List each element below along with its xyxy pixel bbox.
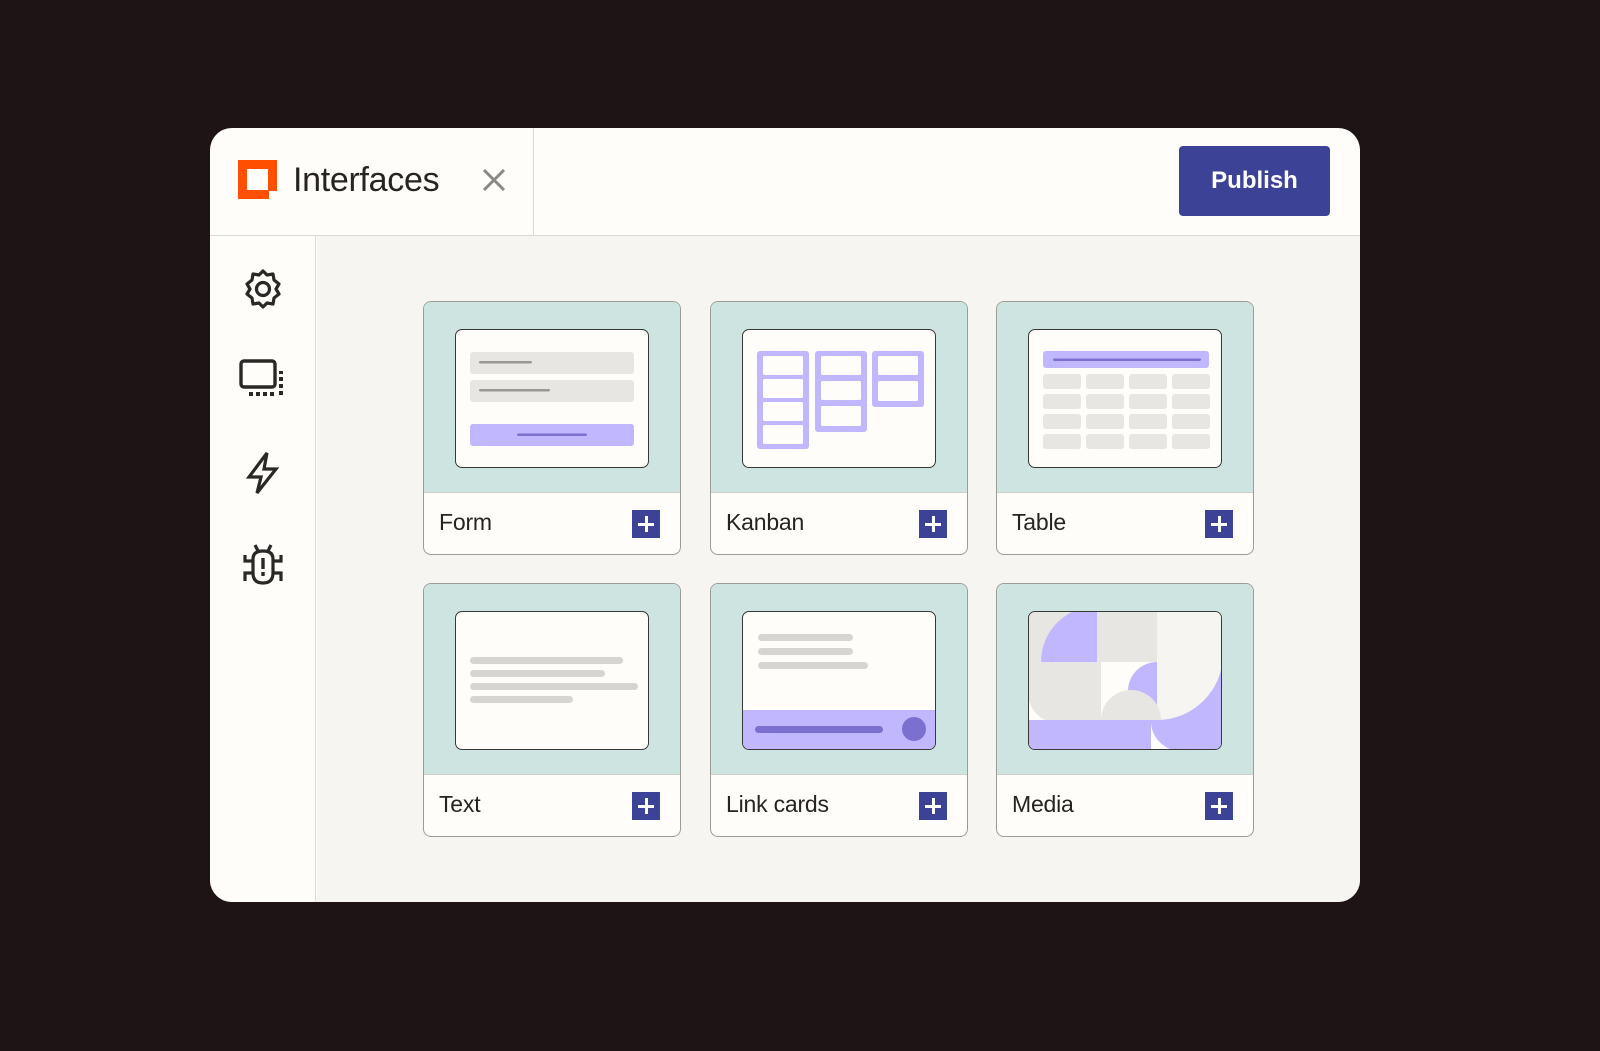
form-preview [424, 302, 680, 493]
sidebar [210, 236, 316, 902]
component-card-media[interactable]: Media [996, 583, 1254, 837]
add-form-button[interactable] [632, 510, 660, 538]
add-link-cards-button[interactable] [919, 792, 947, 820]
card-label: Link cards [726, 791, 829, 817]
component-card-text[interactable]: Text [423, 583, 681, 837]
card-label: Table [1012, 509, 1066, 535]
component-gallery: Form Kanban Table Text Link cards Media [317, 236, 1360, 902]
add-text-button[interactable] [632, 792, 660, 820]
table-preview-cell [1043, 434, 1081, 449]
card-label: Form [439, 509, 492, 535]
add-table-button[interactable] [1205, 510, 1233, 538]
table-preview-cell [1129, 414, 1167, 429]
app-title: Interfaces [293, 161, 440, 199]
table-preview-cell [1086, 414, 1124, 429]
table-preview-cell [1172, 374, 1210, 389]
table-preview [997, 302, 1253, 493]
component-card-table[interactable]: Table [996, 301, 1254, 555]
table-preview-cell [1129, 394, 1167, 409]
table-preview-cell [1172, 394, 1210, 409]
component-card-link-cards[interactable]: Link cards [710, 583, 968, 837]
table-preview-cell [1086, 434, 1124, 449]
component-card-form[interactable]: Form [423, 301, 681, 555]
close-icon[interactable] [480, 166, 508, 194]
card-label: Media [1012, 791, 1074, 817]
media-preview [997, 584, 1253, 775]
table-preview-cell [1086, 394, 1124, 409]
interfaces-window: Interfaces Publish Form Kanban Table Tex… [210, 128, 1360, 902]
card-label: Kanban [726, 509, 805, 535]
table-preview-cell [1043, 414, 1081, 429]
component-card-kanban[interactable]: Kanban [710, 301, 968, 555]
table-preview-cell [1129, 434, 1167, 449]
app-logo-icon [238, 160, 277, 199]
lightning-icon[interactable] [239, 449, 287, 497]
header: Interfaces Publish [210, 128, 1360, 236]
table-preview-cell [1172, 434, 1210, 449]
kanban-preview [711, 302, 967, 493]
text-preview [424, 584, 680, 775]
publish-button[interactable]: Publish [1179, 146, 1330, 216]
app-tab: Interfaces [210, 128, 534, 235]
card-label: Text [439, 791, 481, 817]
table-preview-cell [1043, 394, 1081, 409]
table-preview-cell [1043, 374, 1081, 389]
add-kanban-button[interactable] [919, 510, 947, 538]
table-preview-cell [1172, 414, 1210, 429]
gear-icon[interactable] [239, 265, 287, 313]
screens-icon[interactable] [239, 357, 287, 405]
table-preview-cell [1129, 374, 1167, 389]
add-media-button[interactable] [1205, 792, 1233, 820]
table-preview-cell [1086, 374, 1124, 389]
bug-icon[interactable] [239, 541, 287, 589]
link-cards-preview [711, 584, 967, 775]
